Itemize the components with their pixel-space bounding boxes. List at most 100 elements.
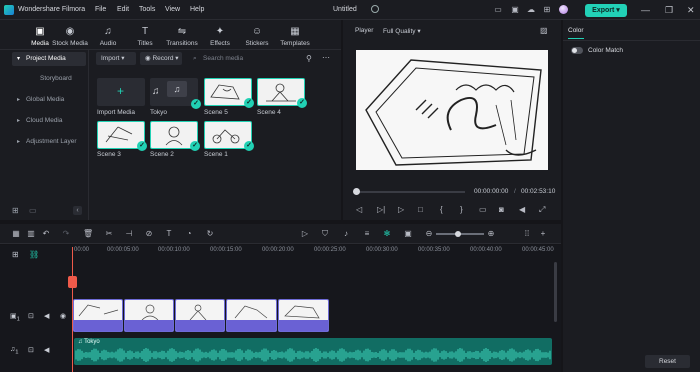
audio-clip[interactable] — [74, 338, 552, 365]
mark-in-icon[interactable]: { — [440, 205, 443, 214]
maximize-icon[interactable]: ❐ — [665, 5, 673, 16]
render-icon[interactable]: ▷ — [300, 229, 310, 238]
cut-icon[interactable]: ✂ — [104, 229, 114, 238]
eye-icon[interactable]: ◉ — [60, 312, 66, 320]
search-input[interactable]: ⌕ Search media — [190, 52, 300, 65]
media-item-scene-4[interactable]: ✓ — [257, 78, 307, 108]
tab-titles[interactable]: T Titles — [127, 26, 163, 47]
player-label: Player — [355, 27, 374, 34]
timeline-scrollbar[interactable] — [554, 262, 557, 322]
fullscreen-icon[interactable]: ⤢ — [539, 205, 545, 215]
marker-icon[interactable]: ▣ — [403, 229, 413, 238]
video-clip[interactable] — [124, 299, 174, 332]
stop-icon[interactable]: □ — [418, 205, 423, 214]
zoom-in-icon[interactable]: ⊕ — [486, 229, 496, 238]
sidebar-item-project-media[interactable]: ▾ Project Media — [12, 52, 86, 66]
video-clip[interactable] — [175, 299, 225, 332]
minimize-icon[interactable]: — — [641, 5, 650, 15]
tab-effects[interactable]: ✦ Effects — [202, 26, 238, 47]
import-media-tile[interactable]: + — [97, 78, 145, 106]
split-icon[interactable]: ⊣ — [124, 229, 134, 238]
display-icon[interactable]: ▭ — [479, 205, 487, 214]
color-match-toggle[interactable] — [571, 47, 583, 54]
prev-frame-icon[interactable]: ◁ — [356, 205, 362, 214]
save-icon[interactable]: ▣ — [510, 5, 520, 15]
zoom-slider-handle[interactable] — [455, 231, 461, 237]
stack-icon[interactable]: ≡ — [362, 229, 372, 238]
sketch-thumbnail — [210, 84, 240, 100]
reset-button[interactable]: Reset — [645, 355, 690, 368]
add-track-icon[interactable]: + — [538, 229, 548, 238]
video-clip[interactable] — [73, 299, 123, 332]
step-play-icon[interactable]: ▷| — [377, 205, 385, 214]
scrubber-handle[interactable] — [353, 188, 360, 195]
mark-out-icon[interactable]: } — [460, 205, 463, 214]
undo-icon[interactable]: ↶ — [41, 229, 51, 238]
tab-color[interactable]: Color — [568, 27, 584, 39]
menu-help[interactable]: Help — [190, 6, 204, 13]
export-button[interactable]: Export ▾ — [585, 4, 627, 17]
sidebar-item-cloud-media[interactable]: ▸ Cloud Media — [12, 114, 86, 128]
text-icon[interactable]: T — [164, 229, 174, 238]
camera-icon[interactable]: ◙ — [499, 205, 504, 214]
menu-file[interactable]: File — [95, 6, 106, 13]
rotate-icon[interactable]: ↻ — [205, 229, 215, 238]
redo-icon[interactable]: ↷ — [61, 229, 71, 238]
folder-icon[interactable]: ▭ — [29, 206, 37, 215]
menu-view[interactable]: View — [165, 6, 180, 13]
tab-transitions[interactable]: ⇋ Transitions — [164, 26, 200, 47]
snapshot-icon[interactable]: ▨ — [540, 26, 548, 35]
disable-icon[interactable]: ⊘ — [144, 229, 154, 238]
grid-icon[interactable]: ▦ — [11, 229, 21, 238]
filter-icon[interactable]: ⚲ — [306, 54, 312, 63]
avatar[interactable] — [559, 5, 568, 14]
microphone-icon[interactable]: ♪ — [341, 229, 351, 238]
media-item-scene-5[interactable]: ✓ — [204, 78, 254, 108]
timeline-ruler[interactable]: 00:00 00:00:05:00 00:00:10:00 00:00:15:0… — [72, 247, 554, 259]
video-clip[interactable] — [226, 299, 277, 332]
tab-templates[interactable]: ▦ Templates — [277, 26, 313, 47]
play-icon[interactable]: ▷ — [398, 205, 404, 214]
tab-audio[interactable]: ♫ Audio — [90, 26, 126, 47]
import-dropdown[interactable]: Import ▾ — [96, 52, 136, 65]
check-icon: ✓ — [244, 98, 254, 108]
delete-icon[interactable]: 🗑 — [83, 229, 93, 238]
snap-icon[interactable]: ✻ — [382, 229, 392, 238]
more-icon[interactable]: ⋯ — [322, 53, 330, 62]
shield-icon[interactable]: ⛉ — [320, 229, 330, 239]
media-item-scene-3[interactable]: ✓ — [97, 121, 147, 151]
close-icon[interactable]: ✕ — [687, 5, 695, 16]
menu-tools[interactable]: Tools — [139, 6, 155, 13]
clip-bar — [125, 320, 173, 331]
playback-progress[interactable] — [358, 191, 465, 193]
tab-stickers[interactable]: ☺ Stickers — [239, 26, 275, 47]
record-dropdown[interactable]: ◉ Record ▾ — [140, 52, 182, 65]
menu-edit[interactable]: Edit — [117, 6, 129, 13]
sidebar-item-global-media[interactable]: ▸ Global Media — [12, 93, 86, 107]
playhead-handle[interactable] — [68, 276, 77, 288]
apps-icon[interactable]: ⊞ — [542, 5, 552, 15]
new-folder-icon[interactable]: ⊞ — [12, 206, 19, 215]
quality-dropdown[interactable]: Full Quality ▾ — [383, 27, 421, 35]
speaker-icon[interactable]: ◀ — [44, 346, 49, 354]
sidebar-item-adjustment-layer[interactable]: ▸ Adjustment Layer — [12, 135, 86, 149]
monitor-icon[interactable]: ▭ — [493, 5, 503, 15]
media-item-scene-1[interactable]: ✓ — [204, 121, 254, 151]
media-item-tokyo[interactable]: ♫ ♫ ✓ — [150, 78, 201, 109]
columns-icon[interactable]: ⁞⁞ — [522, 229, 532, 238]
collapse-sidebar-icon[interactable]: ‹ — [73, 206, 82, 215]
timer-icon[interactable]: ◔ — [184, 229, 194, 238]
cloud-icon[interactable]: ☁ — [526, 5, 536, 15]
media-item-scene-2[interactable]: ✓ — [150, 121, 200, 151]
add-track-icon[interactable]: ⊞ — [12, 250, 19, 259]
tab-stock-media[interactable]: ◉ Stock Media — [52, 26, 88, 47]
lock-icon[interactable]: ⊡ — [28, 346, 34, 354]
volume-icon[interactable]: ◀ — [519, 205, 525, 214]
speaker-icon[interactable]: ◀ — [44, 312, 49, 320]
zoom-out-icon[interactable]: ⊖ — [424, 229, 434, 238]
layout-icon[interactable]: ▥ — [26, 229, 36, 238]
link-icon[interactable]: ⛓ — [29, 250, 39, 259]
sidebar-item-storyboard[interactable]: Storyboard — [12, 72, 86, 86]
video-clip[interactable] — [278, 299, 329, 332]
lock-icon[interactable]: ⊡ — [28, 312, 34, 320]
